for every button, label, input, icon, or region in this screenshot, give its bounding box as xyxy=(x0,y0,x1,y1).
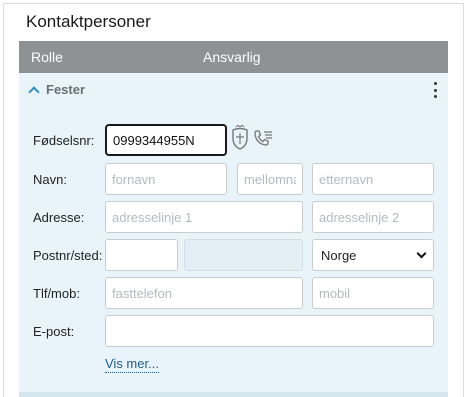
table-header: Rolle Ansvarlig xyxy=(19,41,448,73)
name-label: Navn: xyxy=(33,172,67,187)
address-line1-input[interactable] xyxy=(105,201,303,233)
chevron-down-icon xyxy=(416,248,427,258)
section-label: Fester xyxy=(46,82,86,97)
email-input[interactable] xyxy=(105,315,434,347)
contact-panel: Fester Fødselsnr: Navn: Adresse: Postnr/… xyxy=(19,73,448,397)
postal-code-input[interactable] xyxy=(105,239,178,271)
address-line2-input[interactable] xyxy=(312,201,434,233)
birth-number-label: Fødselsnr: xyxy=(33,133,95,148)
country-select[interactable]: Norge xyxy=(312,239,434,271)
more-options-icon[interactable] xyxy=(432,82,438,98)
panel-divider xyxy=(19,392,448,397)
email-label: E-post: xyxy=(33,324,75,339)
last-name-input[interactable] xyxy=(312,163,434,195)
country-value: Norge xyxy=(321,247,357,263)
chevron-up-icon xyxy=(28,85,40,98)
postal-label: Postnr/sted: xyxy=(33,248,103,263)
column-responsible: Ansvarlig xyxy=(203,49,261,65)
postal-place-input xyxy=(184,239,303,271)
show-more-link[interactable]: Vis mer... xyxy=(105,356,159,373)
middle-name-input[interactable] xyxy=(237,163,303,195)
mobile-input[interactable] xyxy=(312,277,434,309)
first-name-input[interactable] xyxy=(105,163,227,195)
coat-of-arms-icon[interactable] xyxy=(230,125,250,151)
landline-input[interactable] xyxy=(105,277,303,309)
section-toggle[interactable]: Fester xyxy=(28,82,86,98)
page-title: Kontaktpersoner xyxy=(26,12,151,31)
birth-number-input[interactable] xyxy=(105,124,227,156)
phone-label: Tlf/mob: xyxy=(33,286,80,301)
phone-list-icon[interactable] xyxy=(252,128,274,150)
address-label: Adresse: xyxy=(33,210,85,225)
column-role: Rolle xyxy=(31,49,63,65)
